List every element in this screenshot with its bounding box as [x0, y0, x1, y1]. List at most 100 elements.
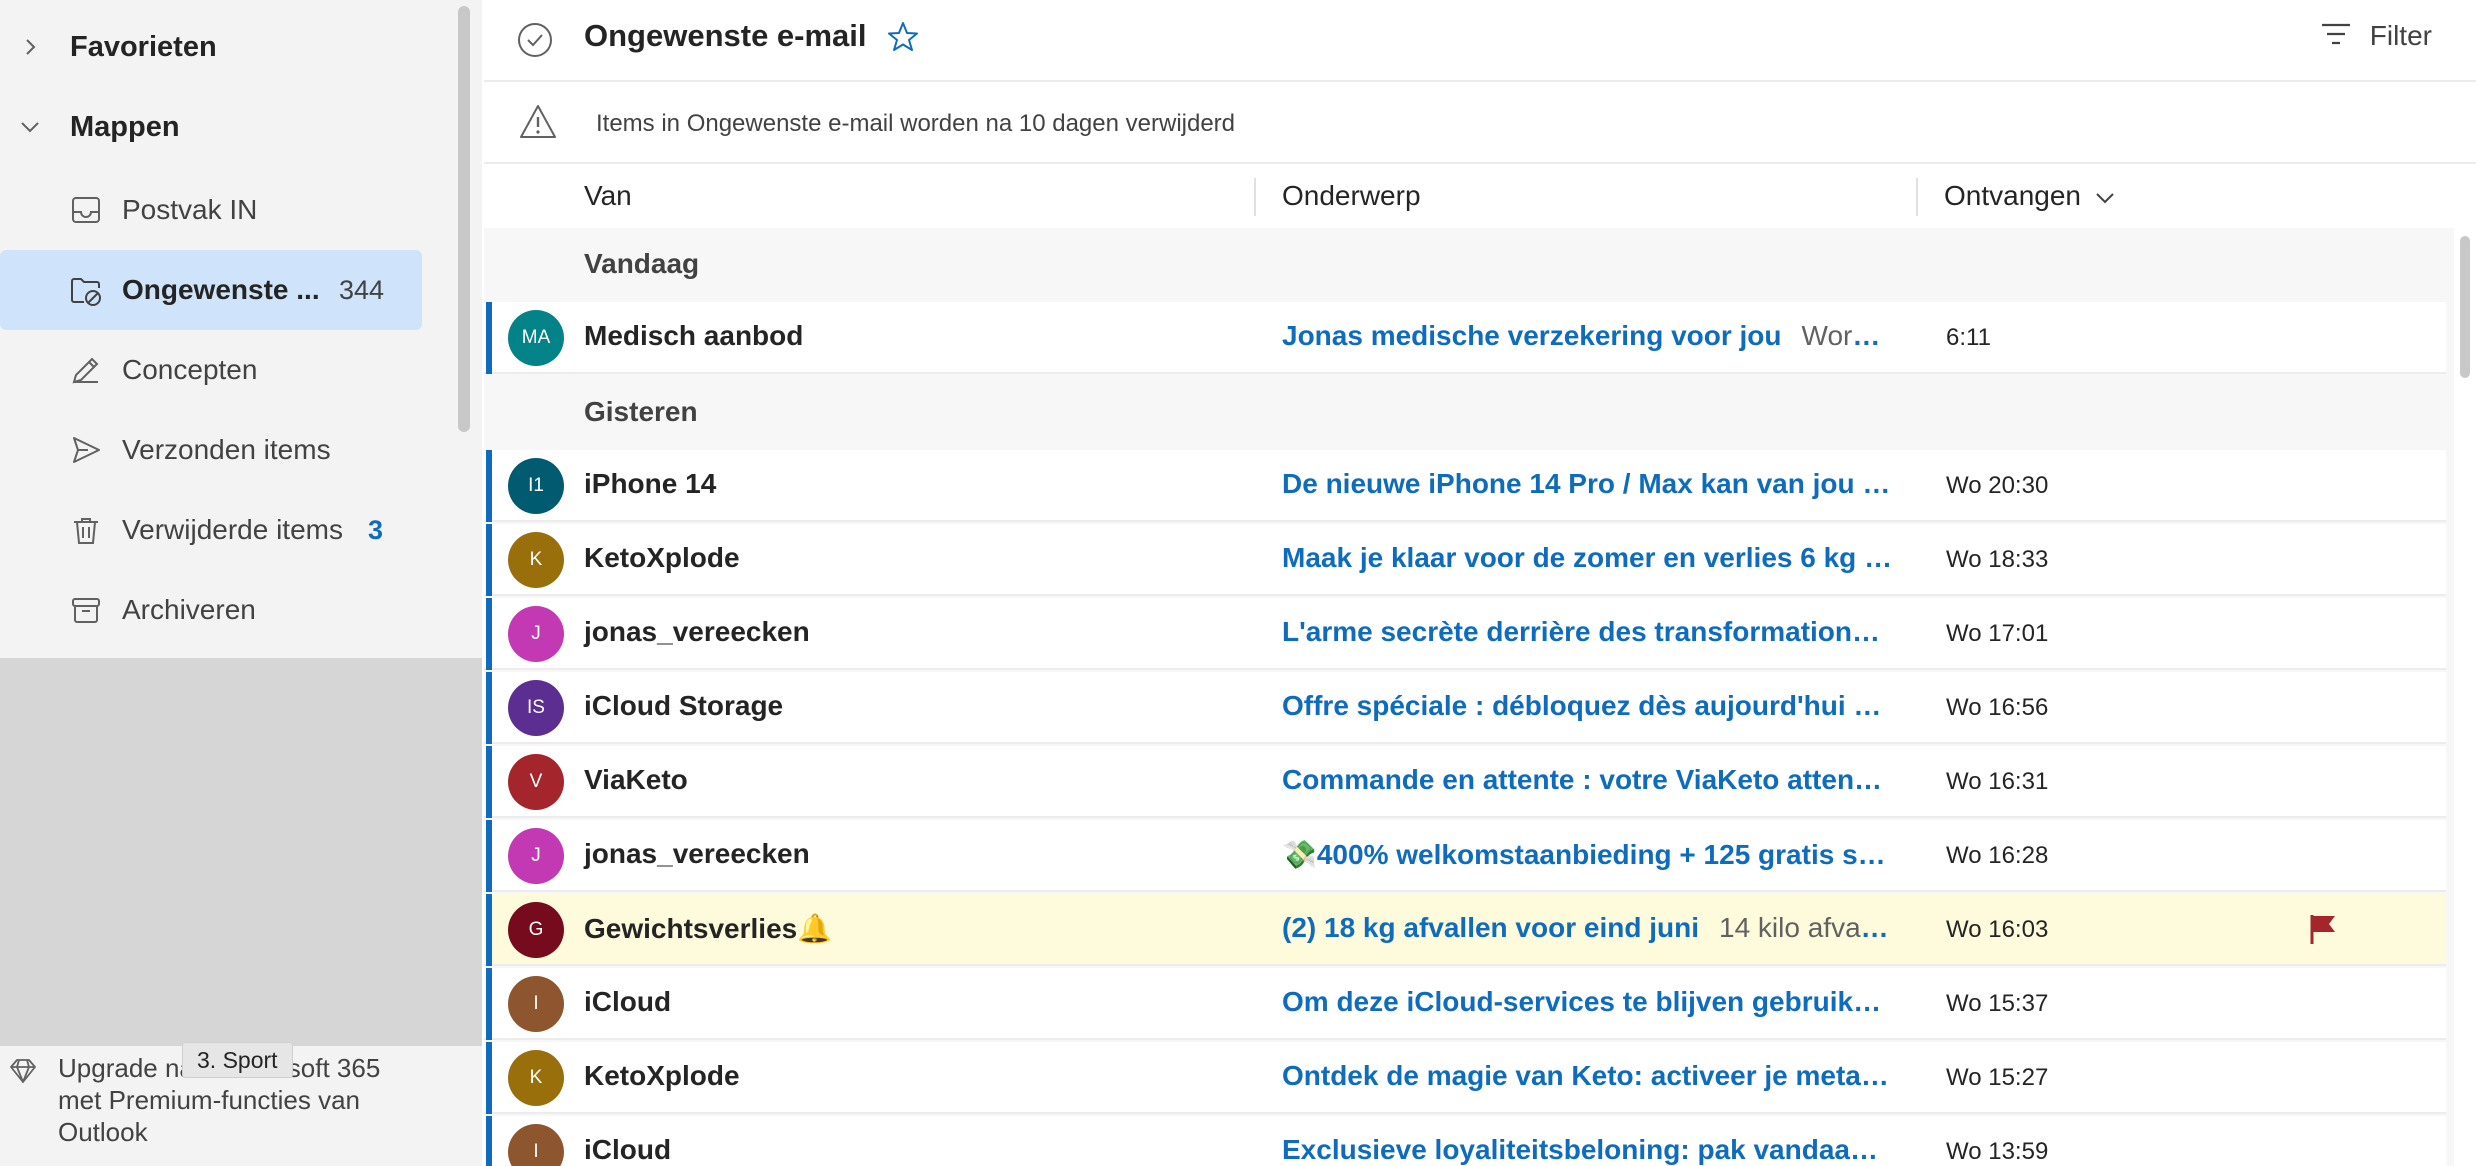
subject-text: Ontdek de magie van Keto: activeer je me…	[1282, 1060, 1894, 1091]
message-list-scrollbar[interactable]	[2460, 236, 2470, 378]
group-header-vandaag: Vandaag	[484, 228, 2446, 302]
column-received[interactable]: Ontvangen	[1944, 180, 2115, 212]
flag-icon[interactable]	[2306, 912, 2340, 946]
table-row[interactable]: IiCloud Om deze iCloud-services te blijve…	[484, 968, 2446, 1040]
subject-line: Ontdek de magie van Keto: activeer je me…	[1282, 1060, 1894, 1092]
received-time: Wo 15:37	[1946, 990, 2049, 1017]
avatar: I	[508, 976, 564, 1032]
sidebar-empty-area	[0, 658, 482, 1046]
avatar: J	[508, 828, 564, 884]
sender-name: iCloud	[584, 1134, 672, 1165]
subject-text: (2) 18 kg afvallen voor eind juni	[1282, 912, 1699, 943]
message-list: Vandaag Gisteren MA Medisch aanbod Jonas m…	[484, 228, 2454, 1166]
sender-name: ViaKeto	[584, 764, 688, 795]
junk-folder-icon	[68, 272, 104, 308]
table-row[interactable]: K KetoXplode Ontdek de magie van Keto: act…	[484, 1042, 2446, 1114]
trash-icon	[68, 512, 104, 548]
received-time: Wo 20:30	[1946, 472, 2049, 499]
section-mappen[interactable]: Mappen	[0, 92, 430, 162]
unread-indicator	[486, 598, 492, 670]
folder-label: Archiveren	[122, 594, 256, 625]
list-header: Ongewenste e-mail Filter	[484, 0, 2476, 82]
avatar: K	[508, 532, 564, 588]
table-row[interactable]: G Gewichtsverlies🔔 (2) 18 kg afvallen voor…	[484, 894, 2446, 966]
avatar: G	[508, 902, 564, 958]
received-time: Wo 17:01	[1946, 620, 2049, 647]
folder-archiveren[interactable]: Archiveren	[0, 570, 422, 650]
sender-name: KetoXplode	[584, 1060, 740, 1091]
table-row[interactable]: K KetoXplode Maak je klaar voor de zomer e…	[484, 524, 2446, 596]
folder-label: Concepten	[122, 354, 258, 385]
table-row[interactable]: I1 iPhone 14 De nieuwe iPhone 14 Pro / Max…	[484, 450, 2446, 522]
table-row[interactable]: Jjonas_vereecken L'arme secrète derrière …	[484, 598, 2446, 670]
drafts-pencil-icon	[68, 352, 104, 388]
subject-line: Exclusieve loyaliteitsbeloning: pak vand…	[1282, 1134, 1894, 1166]
table-row[interactable]: IiCloud Exclusieve loyaliteitsbeloning: p…	[484, 1116, 2446, 1166]
sidebar-scrollbar[interactable]	[458, 6, 470, 432]
table-row[interactable]: MA Medisch aanbod Jonas medische verzekeri…	[484, 302, 2446, 374]
section-favorieten[interactable]: Favorieten	[0, 12, 430, 82]
send-icon	[68, 432, 104, 468]
subject-text: Offre spéciale : débloquez dès aujourd'h…	[1282, 690, 1894, 721]
unread-indicator	[486, 1116, 492, 1166]
subject-text: Maak je klaar voor de zomer en verlies 6…	[1282, 542, 1894, 573]
filter-label: Filter	[2369, 20, 2432, 51]
subject-text: De nieuwe iPhone 14 Pro / Max kan van jo…	[1282, 468, 1894, 499]
filter-button[interactable]: Filter	[2320, 20, 2432, 52]
folder-postvak-in[interactable]: Postvak IN	[0, 170, 422, 250]
inbox-icon	[68, 192, 104, 228]
folder-verwijderde-items[interactable]: Verwijderde items 3	[0, 490, 422, 570]
unread-indicator	[486, 1042, 492, 1114]
column-subject[interactable]: Onderwerp	[1282, 180, 1421, 212]
subject-line: 💸400% welkomstaanbieding + 125 gratis sp…	[1282, 838, 1894, 871]
subject-line: (2) 18 kg afvallen voor eind juni 14 kilo…	[1282, 912, 1894, 944]
subject-line: L'arme secrète derrière des transformati…	[1282, 616, 1894, 648]
unread-count: 344	[338, 274, 384, 305]
star-favorite-icon[interactable]	[886, 20, 920, 54]
folder-concepten[interactable]: Concepten	[0, 330, 422, 410]
chevron-right-icon	[16, 33, 44, 61]
received-time: Wo 16:56	[1946, 694, 2049, 721]
received-time: Wo 13:59	[1946, 1138, 2049, 1165]
section-label: Mappen	[70, 110, 180, 143]
unread-indicator	[486, 302, 492, 374]
subject-line: Jonas medische verzekering voor jou Wordt…	[1282, 320, 1894, 352]
filter-icon	[2320, 21, 2352, 52]
subject-text: Om deze iCloud-services te blijven gebru…	[1282, 986, 1894, 1017]
chevron-down-icon	[16, 113, 44, 141]
column-divider[interactable]	[1916, 178, 1918, 216]
unread-indicator	[486, 894, 492, 966]
group-label: Gisteren	[584, 396, 698, 427]
folder-verzonden-items[interactable]: Verzonden items	[0, 410, 422, 490]
preview-text: Wordt d...	[1801, 320, 1894, 351]
column-from[interactable]: Van	[584, 180, 632, 212]
subject-text: Exclusieve loyaliteitsbeloning: pak vand…	[1282, 1134, 1894, 1165]
select-all-checkbox[interactable]	[516, 21, 554, 59]
table-row[interactable]: IS iCloud Storage Offre spéciale : débloqu…	[484, 672, 2446, 744]
column-divider[interactable]	[1254, 178, 1256, 216]
unread-indicator	[486, 968, 492, 1040]
column-received-label: Ontvangen	[1944, 180, 2081, 211]
avatar: J	[508, 606, 564, 662]
folder-ongewenste-email[interactable]: Ongewenste ... 344	[0, 250, 422, 330]
section-label: Favorieten	[70, 30, 217, 63]
avatar: I1	[508, 458, 564, 514]
folder-pane: Favorieten Mappen Postvak IN Ongewenste …	[0, 0, 482, 1166]
drag-tooltip: 3. Sport	[182, 1042, 293, 1078]
subject-line: Offre spéciale : débloquez dès aujourd'h…	[1282, 690, 1894, 722]
group-header-gisteren: Gisteren	[484, 376, 2446, 450]
sender-name: iCloud	[584, 986, 672, 1017]
table-row[interactable]: V ViaKeto Commande en attente : votre ViaK…	[484, 746, 2446, 818]
message-list-pane: Ongewenste e-mail Filter Items in Ongewe…	[484, 0, 2476, 1166]
unread-indicator	[486, 450, 492, 522]
received-time: Wo 18:33	[1946, 546, 2049, 573]
sender-name: iPhone 14	[584, 468, 717, 499]
warning-icon	[518, 102, 558, 142]
avatar: IS	[508, 680, 564, 736]
folder-label: Verzonden items	[122, 434, 331, 465]
subject-line: De nieuwe iPhone 14 Pro / Max kan van jo…	[1282, 468, 1894, 500]
folder-label: Verwijderde items	[122, 514, 343, 545]
table-row[interactable]: Jjonas_vereecken 💸400% welkomstaanbieding…	[484, 820, 2446, 892]
subject-line: Om deze iCloud-services te blijven gebru…	[1282, 986, 1894, 1018]
unread-indicator	[486, 524, 492, 596]
